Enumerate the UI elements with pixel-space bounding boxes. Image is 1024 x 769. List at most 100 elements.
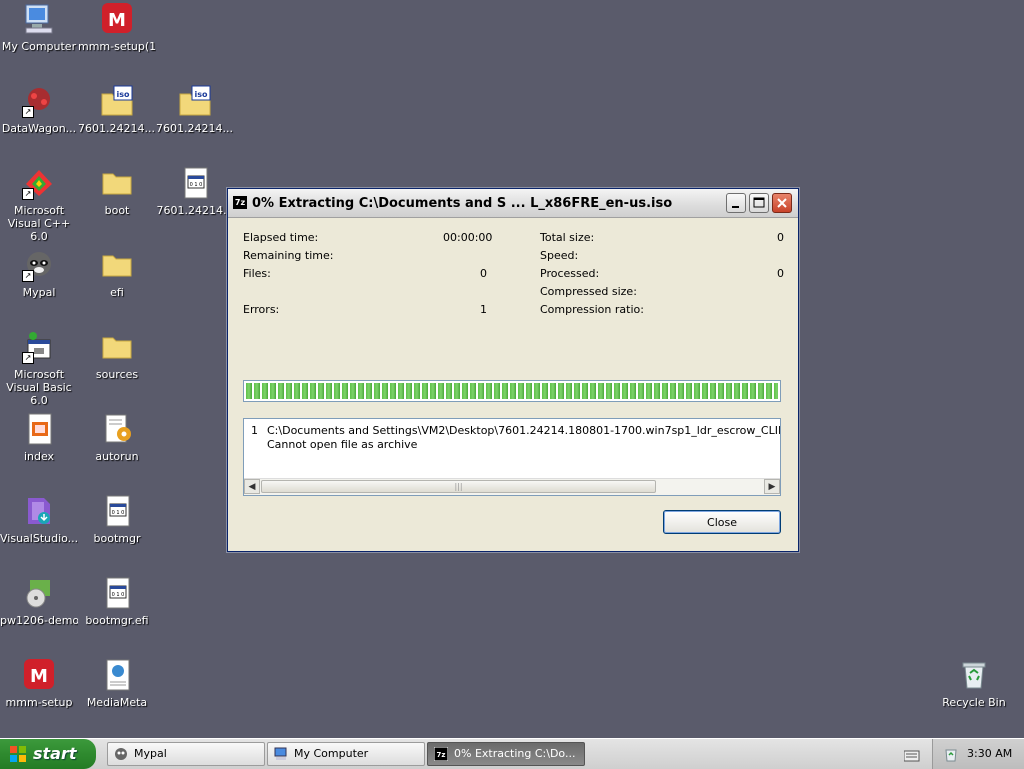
start-button[interactable]: start: [0, 739, 96, 769]
folder-icon: [100, 330, 134, 364]
desktop-icon-bootmgr-efi[interactable]: 0 1 0 bootmgr.efi: [78, 576, 156, 627]
taskbar-button-extracting[interactable]: 7z 0% Extracting C:\Do...: [427, 742, 585, 766]
iso-folder-icon: iso: [178, 84, 212, 118]
computer-icon: [274, 747, 287, 760]
desktop-icon-label: Mypal: [22, 286, 56, 299]
desktop-icon-label: boot: [104, 204, 130, 217]
taskbar-button-my-computer[interactable]: My Computer: [267, 742, 425, 766]
desktop-icon-label: VisualStudio...: [0, 532, 78, 545]
minimize-button[interactable]: [726, 193, 746, 213]
desktop-icon-label: DataWagon...: [1, 122, 77, 135]
mypal-icon: [115, 748, 127, 760]
clock: 3:30 AM: [967, 747, 1013, 760]
speed-label: Speed:: [540, 249, 579, 262]
desktop-icon-label: 7601.24214...: [156, 204, 234, 217]
compression-ratio-label: Compression ratio:: [540, 303, 644, 316]
desktop-icon-file-7601[interactable]: 0 1 0 7601.24214...: [156, 166, 234, 217]
svg-text:iso: iso: [195, 90, 209, 99]
cd-box-icon: [22, 576, 56, 610]
taskbar-button-label: My Computer: [294, 747, 369, 760]
desktop-icon-label: autorun: [95, 450, 139, 463]
taskbar: start Mypal My Computer 7z 0% Extracting…: [0, 738, 1024, 769]
taskbar-button-label: Mypal: [134, 747, 167, 760]
desktop-icon-iso-2[interactable]: iso 7601.24214....: [156, 84, 234, 135]
close-button[interactable]: Close: [663, 510, 781, 534]
scrollbar-thumb[interactable]: |||: [261, 480, 656, 493]
extraction-progress-dialog: 7z 0% Extracting C:\Documents and S ... …: [227, 188, 799, 552]
desktop-icon-sources[interactable]: sources: [78, 330, 156, 381]
horizontal-scrollbar[interactable]: ◀ ||| ▶: [244, 478, 780, 495]
desktop-icon-pw1206[interactable]: pw1206-demo: [0, 576, 78, 627]
folder-icon: [100, 166, 134, 200]
minimize-icon: [732, 206, 739, 208]
elapsed-time-value: 00:00:00: [443, 231, 493, 244]
scroll-left-button[interactable]: ◀: [244, 479, 260, 494]
desktop-icon-mypal[interactable]: ↗ Mypal: [0, 248, 78, 299]
desktop-icon-datawagon[interactable]: ↗ DataWagon...: [0, 84, 78, 135]
svg-text:M: M: [30, 666, 48, 687]
autorun-settings-icon: [100, 412, 134, 446]
desktop-icon-label: sources: [95, 368, 139, 381]
desktop-icon-label: bootmgr.efi: [85, 614, 149, 627]
progress-bar-fill: [246, 383, 778, 399]
mmm-setup-icon: M: [22, 658, 56, 692]
taskbar-button-mypal[interactable]: Mypal: [107, 742, 265, 766]
system-file-icon: 0 1 0: [178, 166, 212, 200]
desktop-icon-visualstudio[interactable]: VisualStudio...: [0, 494, 78, 545]
iso-folder-icon: iso: [100, 84, 134, 118]
desktop-icon-bootmgr[interactable]: 0 1 0 bootmgr: [78, 494, 156, 545]
desktop-icon-mediameta[interactable]: MediaMeta: [78, 658, 156, 709]
desktop-icon-label: Recycle Bin: [942, 696, 1006, 709]
total-size-label: Total size:: [540, 231, 595, 244]
system-file-icon: 0 1 0: [100, 494, 134, 528]
desktop-icon-label: index: [23, 450, 55, 463]
svg-text:0 1 0: 0 1 0: [112, 510, 125, 516]
close-window-button[interactable]: [772, 193, 792, 213]
html-file-icon: [22, 412, 56, 446]
desktop-icon-my-computer[interactable]: My Computer: [0, 2, 78, 53]
processed-value: 0: [777, 267, 784, 280]
7zip-icon: 7z: [434, 747, 448, 761]
system-file-icon: 0 1 0: [100, 576, 134, 610]
desktop-icon-mmm-setup[interactable]: M mmm-setup: [0, 658, 78, 709]
desktop-icon-boot[interactable]: boot: [78, 166, 156, 217]
shortcut-arrow-icon: ↗: [22, 106, 34, 118]
datawagon-icon: ↗: [22, 84, 56, 118]
computer-icon: [22, 2, 56, 36]
folder-icon: [100, 248, 134, 282]
total-size-value: 0: [777, 231, 784, 244]
dialog-title-bar[interactable]: 7z 0% Extracting C:\Documents and S ... …: [228, 189, 798, 218]
desktop-icon-label: bootmgr: [93, 532, 141, 545]
mmm-setup-icon: M: [100, 2, 134, 36]
desktop-icon-msvb[interactable]: ↗ Microsoft Visual Basic 6.0: [0, 330, 78, 407]
compressed-size-label: Compressed size:: [540, 285, 637, 298]
keyboard-icon[interactable]: [903, 747, 920, 762]
svg-text:0 1 0: 0 1 0: [112, 592, 125, 598]
visual-studio-installer-icon: [22, 494, 56, 528]
recycle-tray-icon[interactable]: [943, 746, 959, 762]
desktop-icon-index[interactable]: index: [0, 412, 78, 463]
desktop-icon-mmm-setup-1[interactable]: M mmm-setup(1): [78, 2, 156, 53]
log-entry-path: C:\Documents and Settings\VM2\Desktop\76…: [267, 424, 780, 437]
svg-text:M: M: [108, 10, 126, 31]
visual-basic-icon: ↗: [22, 330, 56, 364]
maximize-button[interactable]: [749, 193, 769, 213]
maximize-icon: [753, 197, 765, 208]
scroll-right-button[interactable]: ▶: [764, 479, 780, 494]
remaining-time-label: Remaining time:: [243, 249, 334, 262]
recycle-bin-icon: [957, 658, 991, 692]
desktop-icon-label: 7601.24214....: [78, 122, 156, 135]
errors-value: 1: [480, 303, 487, 316]
desktop-icon-msvc[interactable]: ↗ Microsoft Visual C++ 6.0: [0, 166, 78, 243]
desktop-icon-label: My Computer: [1, 40, 77, 53]
files-value: 0: [480, 267, 487, 280]
elapsed-time-label: Elapsed time:: [243, 231, 319, 244]
shortcut-arrow-icon: ↗: [22, 188, 34, 200]
errors-label: Errors:: [243, 303, 280, 316]
desktop-icon-recycle-bin[interactable]: Recycle Bin: [935, 658, 1013, 709]
error-log-list[interactable]: 1 C:\Documents and Settings\VM2\Desktop\…: [243, 418, 781, 496]
desktop-icon-efi[interactable]: efi: [78, 248, 156, 299]
desktop-icon-autorun[interactable]: autorun: [78, 412, 156, 463]
desktop-icon-iso-1[interactable]: iso 7601.24214....: [78, 84, 156, 135]
desktop-icon-label: Microsoft Visual Basic 6.0: [6, 368, 72, 407]
